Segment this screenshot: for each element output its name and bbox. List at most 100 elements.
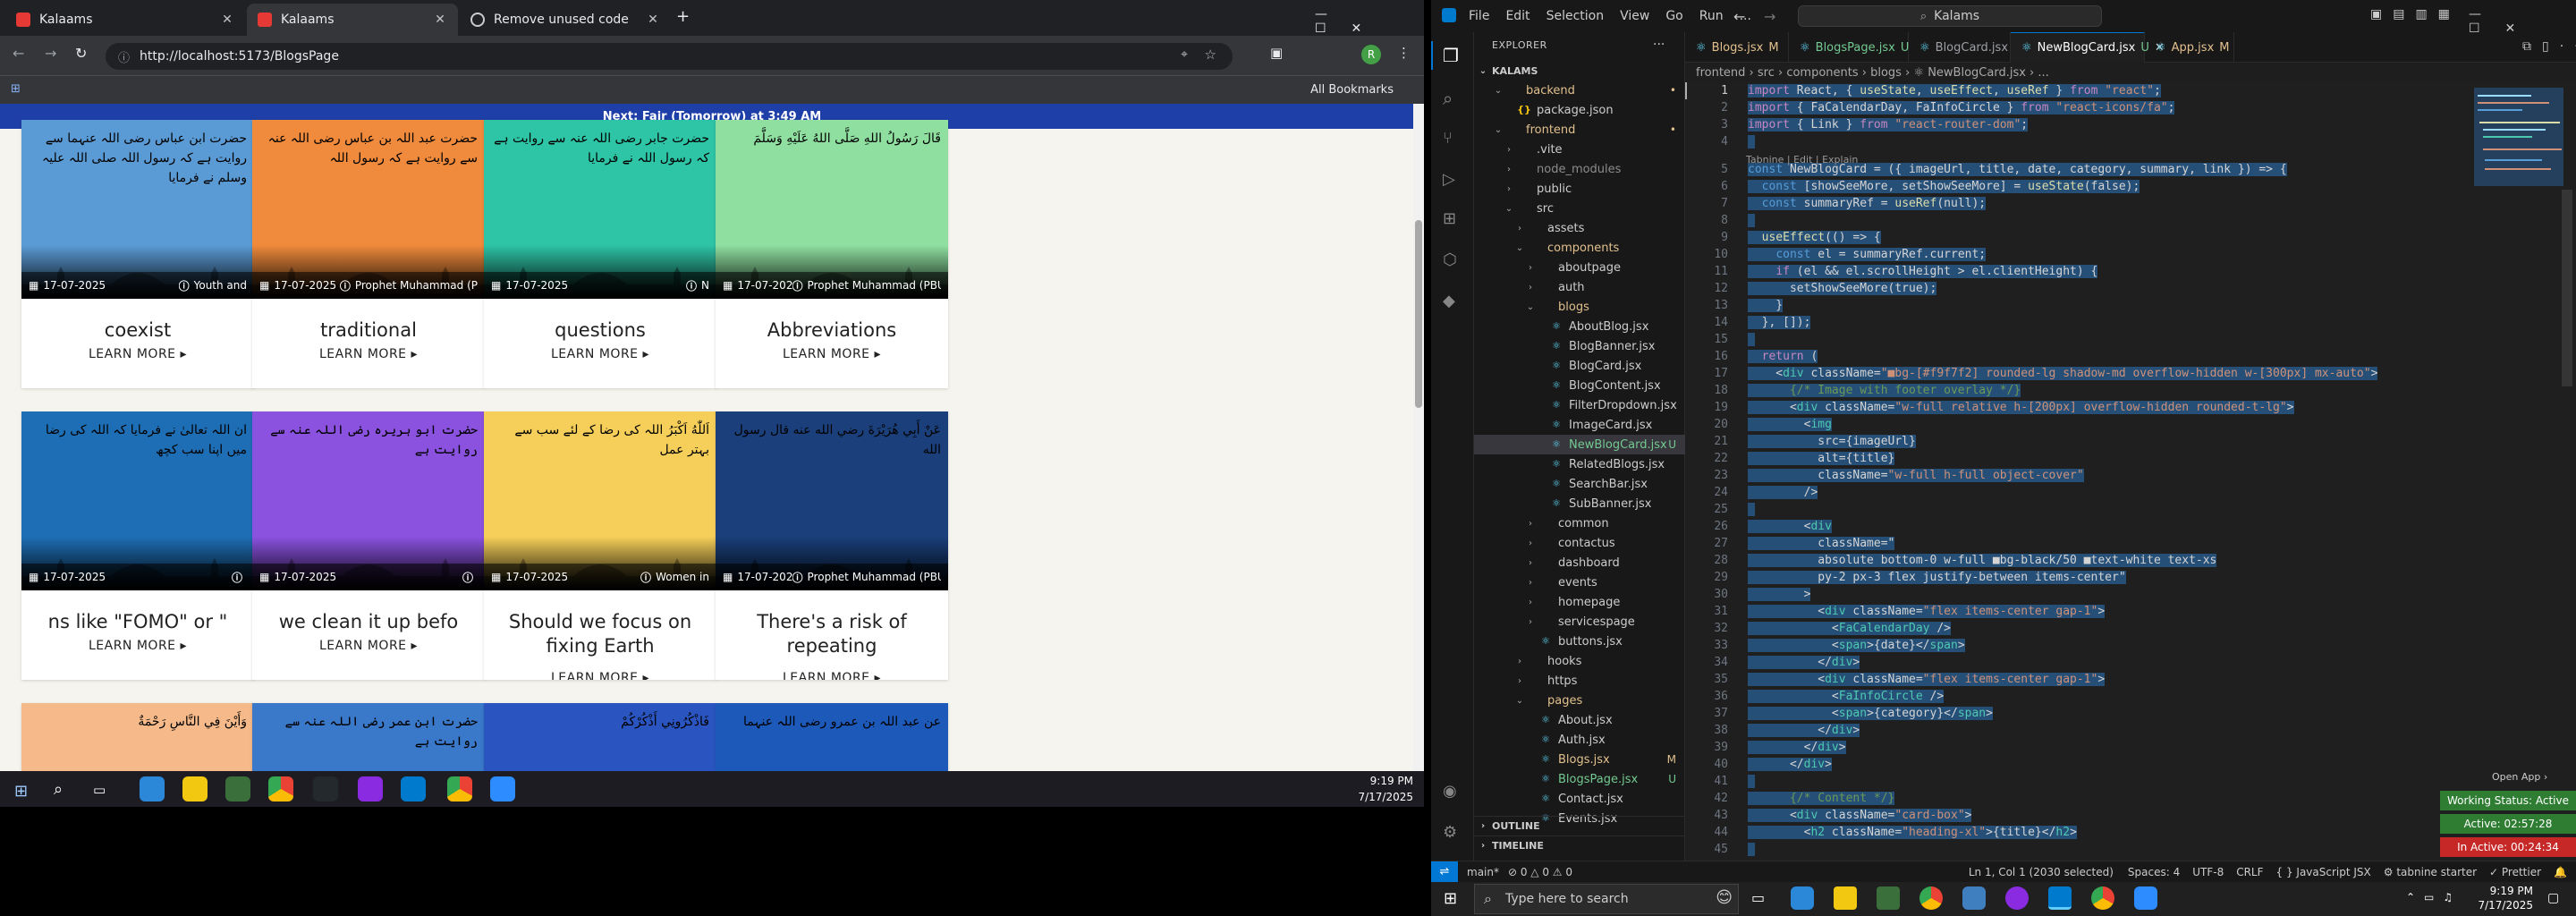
tree-item[interactable]: ⚛ RelatedBlogs.jsx [1474, 454, 1685, 474]
learn-more-link[interactable]: LEARN MORE ▸ [252, 347, 485, 361]
reload-icon[interactable]: ↻ [75, 45, 87, 62]
tree-item[interactable]: › assets [1474, 218, 1685, 238]
extensions-icon[interactable]: ▣ [1270, 45, 1283, 61]
store-taskbar-icon[interactable] [1877, 886, 1900, 910]
settings-gear-icon[interactable]: ⚙ [1443, 823, 1457, 842]
tree-item[interactable]: ⌄ components [1474, 238, 1685, 258]
tree-item[interactable]: › aboutpage [1474, 258, 1685, 277]
minimap[interactable] [2463, 82, 2576, 861]
tree-item[interactable]: ⚛ BlogCard.jsx [1474, 356, 1685, 376]
tree-item[interactable]: ⌄ backend • [1474, 81, 1685, 100]
learn-more-link[interactable]: LEARN MORE ▸ [716, 671, 948, 680]
browser-tab[interactable]: Kalaams ✕ [5, 4, 245, 36]
search-icon[interactable]: ⌕ [54, 780, 63, 799]
tree-item[interactable]: › node_modules [1474, 159, 1685, 179]
timeline-section[interactable]: › TIMELINE [1474, 835, 1685, 855]
editor-tab[interactable]: ⚛ App.jsx M [2145, 32, 2234, 63]
blog-card[interactable]: حضرت جابر رضی اللہ عنہ سے روایت ہے کہ رس… [484, 120, 716, 388]
new-tab-button[interactable]: + [676, 7, 690, 26]
tree-item[interactable]: ⌄ frontend • [1474, 120, 1685, 140]
notification-center-icon[interactable]: ▢ [2547, 891, 2559, 905]
tree-item[interactable]: ⚛ Auth.jsx [1474, 730, 1685, 750]
tabnine-codelens[interactable]: Tabnine | Edit | Explain [1746, 154, 1858, 165]
blog-card[interactable]: عَنْ أَبِي هُرَيْرَةَ رضي الله عنه قال ر… [716, 411, 948, 680]
editor-tab[interactable]: ⚛ BlogsPage.jsx U [1789, 32, 1909, 63]
source-control-icon[interactable]: ⑂ [1443, 129, 1453, 148]
tree-item[interactable]: › servicespage [1474, 612, 1685, 632]
window-controls[interactable]: —☐✕ [1315, 7, 1424, 36]
nav-back-icon[interactable]: ← [1733, 8, 1745, 25]
tree-item[interactable]: › https [1474, 671, 1685, 691]
tabnine-status[interactable]: ⚙ tabnine starter [2384, 866, 2477, 878]
editor-tab[interactable]: ⚛ Blogs.jsx M [1685, 32, 1789, 63]
tree-item[interactable]: ⚛ FilterDropdown.jsx [1474, 395, 1685, 415]
tree-item[interactable]: › homepage [1474, 592, 1685, 612]
tree-item[interactable]: ⚛ ImageCard.jsx [1474, 415, 1685, 435]
tree-item[interactable]: ⚛ SearchBar.jsx [1474, 474, 1685, 494]
cursor-position[interactable]: Ln 1, Col 1 (2030 selected) [1969, 866, 2114, 878]
address-bar[interactable]: ⓘ http://localhost:5173/BlogsPage ⌖ ☆ [106, 43, 1233, 70]
tree-item[interactable]: › events [1474, 572, 1685, 592]
tree-item[interactable]: › dashboard [1474, 553, 1685, 572]
chrome-taskbar-icon[interactable] [1919, 886, 1943, 910]
menu-item[interactable]: View [1620, 9, 1649, 23]
menu-item[interactable]: Edit [1505, 9, 1530, 23]
page-scrollbar[interactable] [1413, 104, 1424, 771]
task-view-icon[interactable]: ▭ [1751, 889, 1765, 906]
tree-item[interactable]: › auth [1474, 277, 1685, 297]
explorer-taskbar-icon[interactable] [1834, 886, 1857, 910]
blog-card[interactable]: حضرت ابن عمر رضی اللہ عنہ سے روایت ہے [252, 703, 485, 771]
tree-item[interactable]: ⌄ src [1474, 199, 1685, 218]
location-icon[interactable]: ⌖ [1181, 47, 1188, 62]
github-taskbar-icon[interactable] [313, 776, 338, 802]
apps-icon[interactable]: ⊞ [11, 82, 21, 96]
search-icon[interactable]: ⌕ [1443, 88, 1453, 109]
indentation[interactable]: Spaces: 4 [2128, 866, 2180, 878]
tree-item[interactable]: {} package.json [1474, 100, 1685, 120]
tree-item[interactable]: ⚛ AboutBlog.jsx [1474, 317, 1685, 336]
command-center[interactable]: ⌕ Kalams [1798, 5, 2102, 27]
prettier-status[interactable]: ✓ Prettier [2489, 866, 2541, 878]
zoom-taskbar-icon[interactable] [2134, 886, 2157, 910]
tree-item[interactable]: › hooks [1474, 651, 1685, 671]
system-tray-icons[interactable]: ⌃▭♫ [2406, 891, 2462, 903]
bookmark-star-icon[interactable]: ☆ [1205, 47, 1216, 63]
git-branch[interactable]: main* [1467, 866, 1499, 878]
tree-item[interactable]: ⚛ BlogContent.jsx [1474, 376, 1685, 395]
explorer-icon[interactable]: ❐ [1443, 45, 1459, 66]
vscode-taskbar-icon[interactable] [401, 776, 426, 802]
blog-card[interactable]: فَاذْكُرُونِي أَذْكُرْكُمْ [484, 703, 716, 771]
nav-forward-icon[interactable]: → [1764, 8, 1775, 25]
blog-card[interactable]: اَللّٰهُ اَكْبَرُ اللہ کی رضا کے لئے سب … [484, 411, 716, 680]
edge-taskbar-icon[interactable] [1791, 886, 1814, 910]
tree-item[interactable]: ⚛ BlogsPage.jsx U [1474, 769, 1685, 789]
tree-item[interactable]: › common [1474, 513, 1685, 533]
task-view-icon[interactable]: ▭ [93, 782, 106, 798]
notifications-bell-icon[interactable]: 🔔 [2554, 866, 2567, 878]
learn-more-link[interactable]: LEARN MORE ▸ [716, 347, 948, 361]
workspace-root[interactable]: ⌄ KALAMS [1474, 61, 1685, 81]
tree-item[interactable]: ⚛ BlogBanner.jsx [1474, 336, 1685, 356]
remote-icon[interactable]: ⬡ [1443, 250, 1457, 269]
close-tab-icon[interactable]: ✕ [646, 13, 660, 27]
language-mode[interactable]: { } JavaScript JSX [2276, 866, 2371, 878]
run-debug-icon[interactable]: ▷ [1443, 170, 1455, 189]
tree-item[interactable]: ⚛ SubBanner.jsx [1474, 494, 1685, 513]
account-icon[interactable]: ◉ [1443, 782, 1457, 801]
explorer-taskbar-icon[interactable] [182, 776, 208, 802]
app-taskbar-icon[interactable] [358, 776, 383, 802]
menu-item[interactable]: Selection [1546, 9, 1605, 23]
tree-item[interactable]: › contactus [1474, 533, 1685, 553]
learn-more-link[interactable]: LEARN MORE ▸ [21, 639, 254, 653]
open-app-link[interactable]: Open App › [2492, 771, 2547, 783]
store-taskbar-icon[interactable] [225, 776, 250, 802]
back-icon[interactable]: ← [13, 45, 24, 62]
line-ending[interactable]: CRLF [2236, 866, 2263, 878]
tree-item[interactable]: › .vite [1474, 140, 1685, 159]
browser-tab[interactable]: Remove unused code ✕ [460, 4, 671, 36]
editor-scrollbar[interactable] [2562, 190, 2572, 386]
taskbar-search-box[interactable]: ⌕ Type here to search 😊 [1474, 884, 1739, 914]
blog-card[interactable]: حضرت عبد اللہ بن عباس رضی اللہ عنہ سے رو… [252, 120, 485, 388]
tree-item[interactable]: ⚛ NewBlogCard.jsx U [1474, 435, 1685, 454]
editor-actions[interactable]: ⧉▯··· [2522, 39, 2576, 54]
